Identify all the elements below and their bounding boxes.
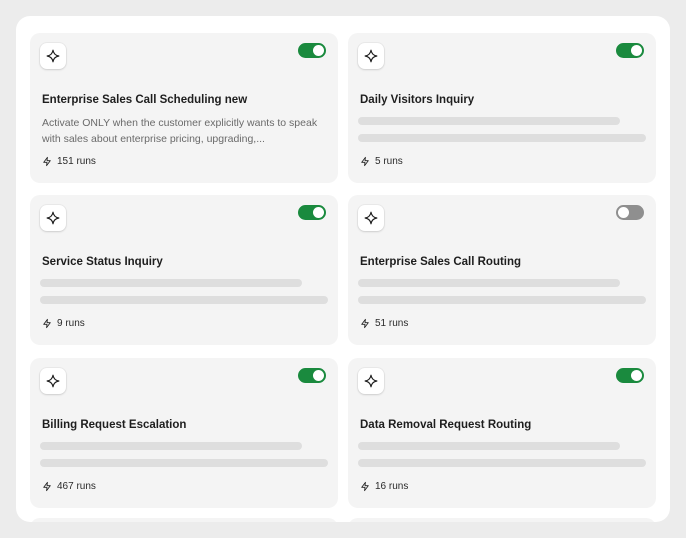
card-title: Daily Visitors Inquiry (360, 94, 475, 106)
card-title: Billing Request Escalation (42, 419, 187, 431)
card-description: Activate ONLY when the customer explicit… (42, 117, 318, 145)
lightning-bolt-icon (360, 481, 370, 492)
toggle-knob (631, 45, 642, 56)
automation-card[interactable]: Enterprise Sales Call Scheduling new Act… (30, 33, 338, 183)
description-placeholder-line (40, 296, 328, 304)
run-count-label: 467 runs (57, 481, 96, 492)
card-title: Data Removal Request Routing (360, 419, 532, 431)
automation-card[interactable]: Data Removal Request Routing 16 runs (348, 358, 656, 508)
enable-toggle[interactable] (616, 205, 644, 220)
description-placeholder-line (40, 279, 302, 287)
toggle-knob (313, 370, 324, 381)
card-title: Enterprise Sales Call Routing (360, 256, 522, 268)
lightning-bolt-icon (360, 156, 370, 167)
run-count-label: 9 runs (57, 318, 85, 329)
automation-card-partial (30, 518, 338, 522)
sparkle-icon (40, 368, 66, 394)
description-placeholder-line (40, 442, 302, 450)
run-count-label: 16 runs (375, 481, 409, 492)
run-count: 151 runs (42, 156, 96, 167)
run-count: 467 runs (42, 481, 96, 492)
lightning-bolt-icon (42, 481, 52, 492)
description-placeholder-line (358, 442, 620, 450)
sparkle-icon (358, 368, 384, 394)
lightning-bolt-icon (42, 156, 52, 167)
automation-card-partial (348, 518, 656, 522)
card-title: Service Status Inquiry (42, 256, 163, 268)
lightning-bolt-icon (42, 318, 52, 329)
description-placeholder-line (358, 296, 646, 304)
run-count: 9 runs (42, 318, 85, 329)
description-placeholder-line (358, 117, 620, 125)
run-count: 51 runs (360, 318, 408, 329)
sparkle-icon (358, 205, 384, 231)
automation-card[interactable]: Daily Visitors Inquiry 5 runs (348, 33, 656, 183)
card-title: Enterprise Sales Call Scheduling new (42, 94, 248, 106)
run-count: 16 runs (360, 481, 408, 492)
automation-card[interactable]: Service Status Inquiry 9 runs (30, 195, 338, 345)
enable-toggle[interactable] (298, 43, 326, 58)
run-count-label: 151 runs (57, 156, 96, 167)
enable-toggle[interactable] (616, 43, 644, 58)
description-placeholder-line (358, 459, 646, 467)
toggle-knob (313, 207, 324, 218)
automation-card[interactable]: Billing Request Escalation 467 runs (30, 358, 338, 508)
sparkle-icon (40, 43, 66, 69)
automation-card[interactable]: Enterprise Sales Call Routing 51 runs (348, 195, 656, 345)
run-count: 5 runs (360, 156, 403, 167)
automations-panel: Enterprise Sales Call Scheduling new Act… (16, 16, 670, 522)
run-count-label: 51 runs (375, 318, 409, 329)
sparkle-icon (358, 43, 384, 69)
run-count-label: 5 runs (375, 156, 403, 167)
toggle-knob (618, 207, 629, 218)
sparkle-icon (40, 205, 66, 231)
description-placeholder-line (358, 279, 620, 287)
toggle-knob (313, 45, 324, 56)
lightning-bolt-icon (360, 318, 370, 329)
description-placeholder-line (358, 134, 646, 142)
enable-toggle[interactable] (298, 205, 326, 220)
toggle-knob (631, 370, 642, 381)
description-placeholder-line (40, 459, 328, 467)
enable-toggle[interactable] (298, 368, 326, 383)
enable-toggle[interactable] (616, 368, 644, 383)
